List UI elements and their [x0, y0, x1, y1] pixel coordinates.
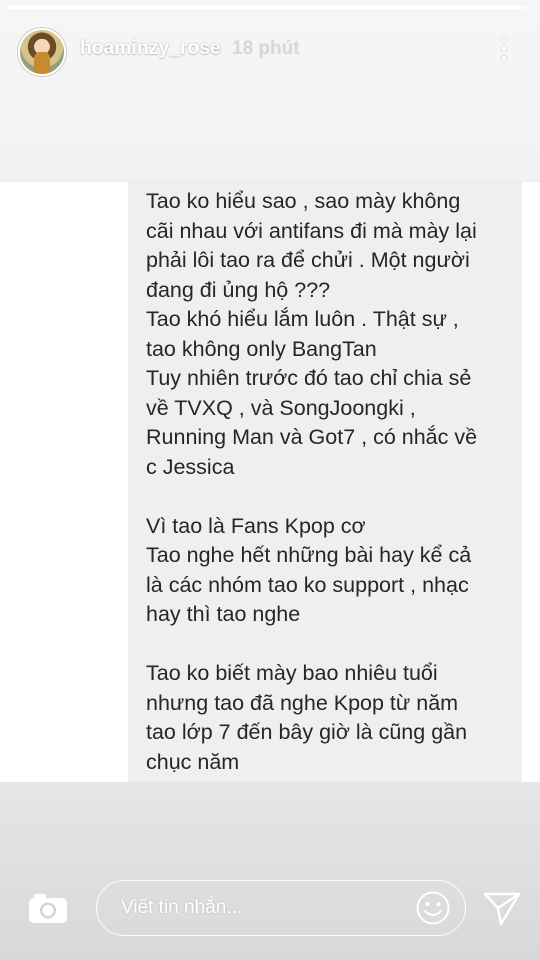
message-screenshot: Tao ko hiểu sao , sao mày không cãi nhau… — [0, 182, 540, 782]
story-progress-bar — [8, 6, 532, 9]
smiley-icon[interactable] — [415, 890, 451, 926]
story-header-area — [0, 0, 540, 180]
avatar[interactable] — [18, 28, 66, 76]
camera-icon[interactable] — [28, 892, 68, 924]
story-timestamp: 18 phút — [232, 38, 300, 59]
more-options-icon[interactable] — [494, 34, 514, 64]
username[interactable]: hoaminzy_rose — [80, 38, 221, 60]
reply-composer: Viết tin nhắn... — [0, 860, 540, 960]
message-text: Tao ko hiểu sao , sao mày không cãi nhau… — [146, 189, 478, 774]
avatar-figure — [34, 52, 50, 74]
send-icon[interactable] — [482, 890, 522, 928]
message-input-placeholder: Viết tin nhắn... — [121, 897, 243, 918]
message-input[interactable]: Viết tin nhắn... — [96, 880, 466, 936]
story-progress-fill — [8, 6, 522, 9]
